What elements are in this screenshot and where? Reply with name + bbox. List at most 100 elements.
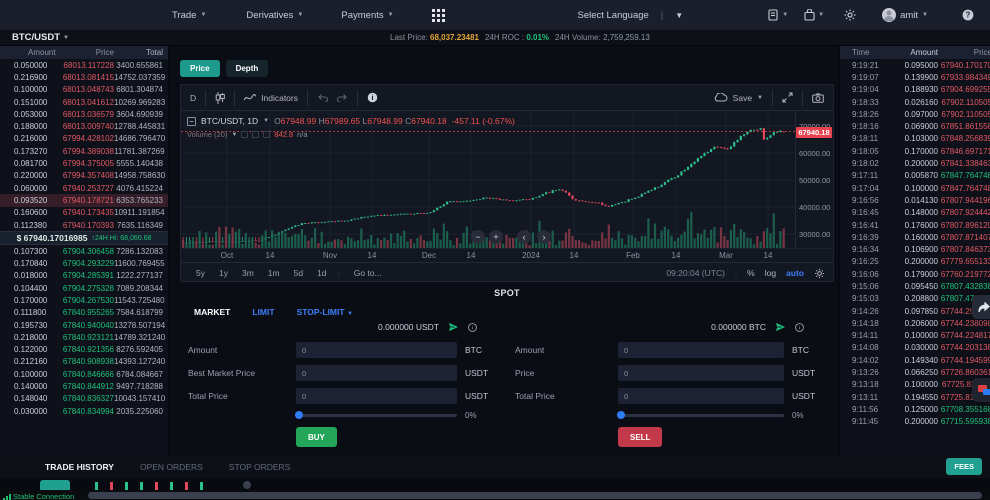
ask-row[interactable]: 0.21600067994.42810214686.796470 bbox=[0, 133, 168, 145]
ask-row[interactable]: 0.06000067940.2537274076.415224 bbox=[0, 182, 168, 194]
pair-selector[interactable]: BTC/USDT ▼ bbox=[12, 32, 69, 43]
bid-row[interactable]: 0.17000067904.26753011543.725480 bbox=[0, 294, 168, 306]
horizontal-scrollbar[interactable] bbox=[88, 492, 982, 499]
trade-row[interactable]: 9:11:450.20000067715.595938 bbox=[840, 416, 990, 428]
pan-left-button[interactable]: ‹ bbox=[517, 230, 531, 244]
legend-symbol[interactable]: BTC/USDT, 1D bbox=[201, 116, 258, 126]
clock[interactable]: 09:20:04 (UTC) bbox=[666, 268, 725, 278]
wallet-bag-icon[interactable]: ▼ bbox=[804, 9, 824, 21]
ask-row[interactable]: 0.15100068013.04161210269.969283 bbox=[0, 96, 168, 108]
candlestick-chart[interactable]: BTC/USDT, 1D ▼ O67948.99 H67989.65 L6794… bbox=[181, 111, 795, 248]
axis-settings-gear-icon[interactable] bbox=[814, 268, 825, 279]
auto-scale-button[interactable]: auto bbox=[786, 268, 804, 278]
slider-handle[interactable] bbox=[295, 411, 303, 419]
range-1y[interactable]: 1y bbox=[212, 268, 235, 278]
trade-row[interactable]: 9:16:560.01413067807.944196 bbox=[840, 194, 990, 206]
zoom-in-button[interactable]: + bbox=[489, 230, 503, 244]
range-1d[interactable]: 1d bbox=[310, 268, 333, 278]
tab-market[interactable]: MARKET bbox=[194, 307, 230, 317]
percent-scale-button[interactable]: % bbox=[747, 268, 755, 278]
nav-trade[interactable]: Trade▼ bbox=[172, 10, 206, 21]
user-menu[interactable]: amit ▼ bbox=[882, 8, 928, 22]
interval-button[interactable]: D bbox=[181, 90, 205, 106]
trade-row[interactable]: 9:18:110.10300067848.256839 bbox=[840, 133, 990, 145]
ask-row[interactable]: 0.10000068013.0487436801.304874 bbox=[0, 84, 168, 96]
support-chat-widget[interactable] bbox=[972, 378, 990, 402]
slider-handle[interactable] bbox=[617, 411, 625, 419]
buy-button[interactable]: BUY bbox=[296, 427, 337, 447]
nav-derivatives[interactable]: Derivatives▼ bbox=[246, 10, 303, 21]
settings-gear-icon[interactable] bbox=[844, 9, 856, 21]
trade-row[interactable]: 9:14:260.09785067744.258998 bbox=[840, 305, 990, 317]
trade-row[interactable]: 9:16:390.16000067807.871407 bbox=[840, 231, 990, 243]
field-input-total-price[interactable] bbox=[296, 388, 457, 404]
trade-row[interactable]: 9:13:260.06625067726.860361 bbox=[840, 366, 990, 378]
ask-row[interactable]: 0.08170067994.3750055555.140438 bbox=[0, 157, 168, 169]
bid-row[interactable]: 0.14000067840.8449129497.718288 bbox=[0, 380, 168, 392]
ask-row[interactable]: 0.22000067994.35740814958.758630 bbox=[0, 170, 168, 182]
bid-row[interactable]: 0.14804067840.83632710043.157410 bbox=[0, 393, 168, 405]
fees-button[interactable]: FEES bbox=[946, 458, 982, 475]
tab-depth[interactable]: Depth bbox=[226, 60, 269, 77]
trade-row[interactable]: 9:18:330.02616067902.110505 bbox=[840, 96, 990, 108]
language-selector[interactable]: Select Language | ▼ bbox=[577, 10, 683, 21]
bid-row[interactable]: 0.21800067840.92312114789.321240 bbox=[0, 331, 168, 343]
amount-slider[interactable] bbox=[618, 414, 784, 417]
trade-row[interactable]: 9:11:560.12500067708.355168 bbox=[840, 403, 990, 415]
bid-row[interactable]: 0.17084067904.29322911600.769455 bbox=[0, 257, 168, 269]
mid-price-row[interactable]: $ 67940.17016985 ↑24H Hi: 68,060.68 bbox=[0, 231, 168, 245]
orders-book-icon[interactable]: ▼ bbox=[768, 9, 788, 21]
info-icon[interactable]: i bbox=[468, 323, 477, 332]
trade-row[interactable]: 9:13:110.19455067725.818095 bbox=[840, 391, 990, 403]
trade-row[interactable]: 9:14:020.14934067744.194599 bbox=[840, 354, 990, 366]
volume-indicator-label[interactable]: Volume (20) bbox=[187, 130, 227, 139]
trade-row[interactable]: 9:13:180.10000067725.828111 bbox=[840, 379, 990, 391]
ask-row[interactable]: 0.05300068013.0365793604.690939 bbox=[0, 108, 168, 120]
ask-row[interactable]: 0.16060067940.17343510911.191854 bbox=[0, 207, 168, 219]
share-button[interactable] bbox=[972, 295, 990, 319]
redo-icon[interactable] bbox=[337, 90, 357, 106]
trade-row[interactable]: 9:15:060.09545067807.432838 bbox=[840, 280, 990, 292]
save-layout-button[interactable]: Save ▼ bbox=[705, 90, 772, 106]
more-options-icon[interactable] bbox=[263, 131, 270, 138]
trade-row[interactable]: 9:19:210.09500067940.170170 bbox=[840, 59, 990, 71]
ask-row[interactable]: 0.18800068013.00974012788.445831 bbox=[0, 120, 168, 132]
zoom-out-button[interactable]: − bbox=[471, 230, 485, 244]
fullscreen-icon[interactable] bbox=[773, 90, 802, 106]
trade-row[interactable]: 9:16:250.20000067779.655133 bbox=[840, 256, 990, 268]
bid-row[interactable]: 0.12200067840.9213568276.592405 bbox=[0, 344, 168, 356]
range-5d[interactable]: 5d bbox=[287, 268, 310, 278]
range-1m[interactable]: 1m bbox=[261, 268, 287, 278]
indicator-settings-icon[interactable] bbox=[252, 131, 259, 138]
bid-row[interactable]: 0.01800067904.2853911222.277137 bbox=[0, 270, 168, 282]
price-axis[interactable]: 70000.0060000.0050000.0040000.0030000.00… bbox=[795, 111, 833, 248]
amount-slider[interactable] bbox=[296, 414, 457, 417]
trade-row[interactable]: 9:18:050.17000067846.697171 bbox=[840, 145, 990, 157]
goto-button[interactable]: Go to... bbox=[354, 268, 382, 278]
field-input-price[interactable] bbox=[618, 365, 784, 381]
tab-stop-limit[interactable]: STOP-LIMIT ▼ bbox=[297, 307, 353, 317]
screenshot-camera-icon[interactable] bbox=[803, 90, 833, 106]
info-icon[interactable]: i bbox=[795, 323, 804, 332]
bid-row[interactable]: 0.21216067840.90893814393.127240 bbox=[0, 356, 168, 368]
trade-row[interactable]: 9:18:260.09700067902.110505 bbox=[840, 108, 990, 120]
trade-row[interactable]: 9:16:340.10690067807.846373 bbox=[840, 243, 990, 255]
tab-stop-orders[interactable]: STOP ORDERS bbox=[229, 462, 291, 472]
bid-row[interactable]: 0.11180067840.9552657584.618799 bbox=[0, 307, 168, 319]
tab-price[interactable]: Price bbox=[180, 60, 220, 77]
trade-row[interactable]: 9:18:160.06900067851.861558 bbox=[840, 120, 990, 132]
log-scale-button[interactable]: log bbox=[765, 268, 776, 278]
bid-row[interactable]: 0.03000067840.8349942035.225060 bbox=[0, 405, 168, 417]
ask-row[interactable]: 0.09352067940.1787216353.765233 bbox=[0, 194, 168, 206]
trade-row[interactable]: 9:16:410.17600067807.896120 bbox=[840, 219, 990, 231]
trade-row[interactable]: 9:16:060.17900067760.219772 bbox=[840, 268, 990, 280]
eye-icon[interactable] bbox=[241, 131, 248, 138]
ask-row[interactable]: 0.11238067940.1703937635.116349 bbox=[0, 219, 168, 231]
ask-row[interactable]: 0.17327067994.38903811781.387269 bbox=[0, 145, 168, 157]
trade-row[interactable]: 9:18:020.20000067841.338463 bbox=[840, 157, 990, 169]
trade-row[interactable]: 9:14:080.03000067744.203138 bbox=[840, 342, 990, 354]
bid-row[interactable]: 0.19573067840.94004013278.507194 bbox=[0, 319, 168, 331]
help-icon[interactable]: ? bbox=[962, 9, 974, 21]
range-5y[interactable]: 5y bbox=[189, 268, 212, 278]
nav-payments[interactable]: Payments▼ bbox=[341, 10, 393, 21]
